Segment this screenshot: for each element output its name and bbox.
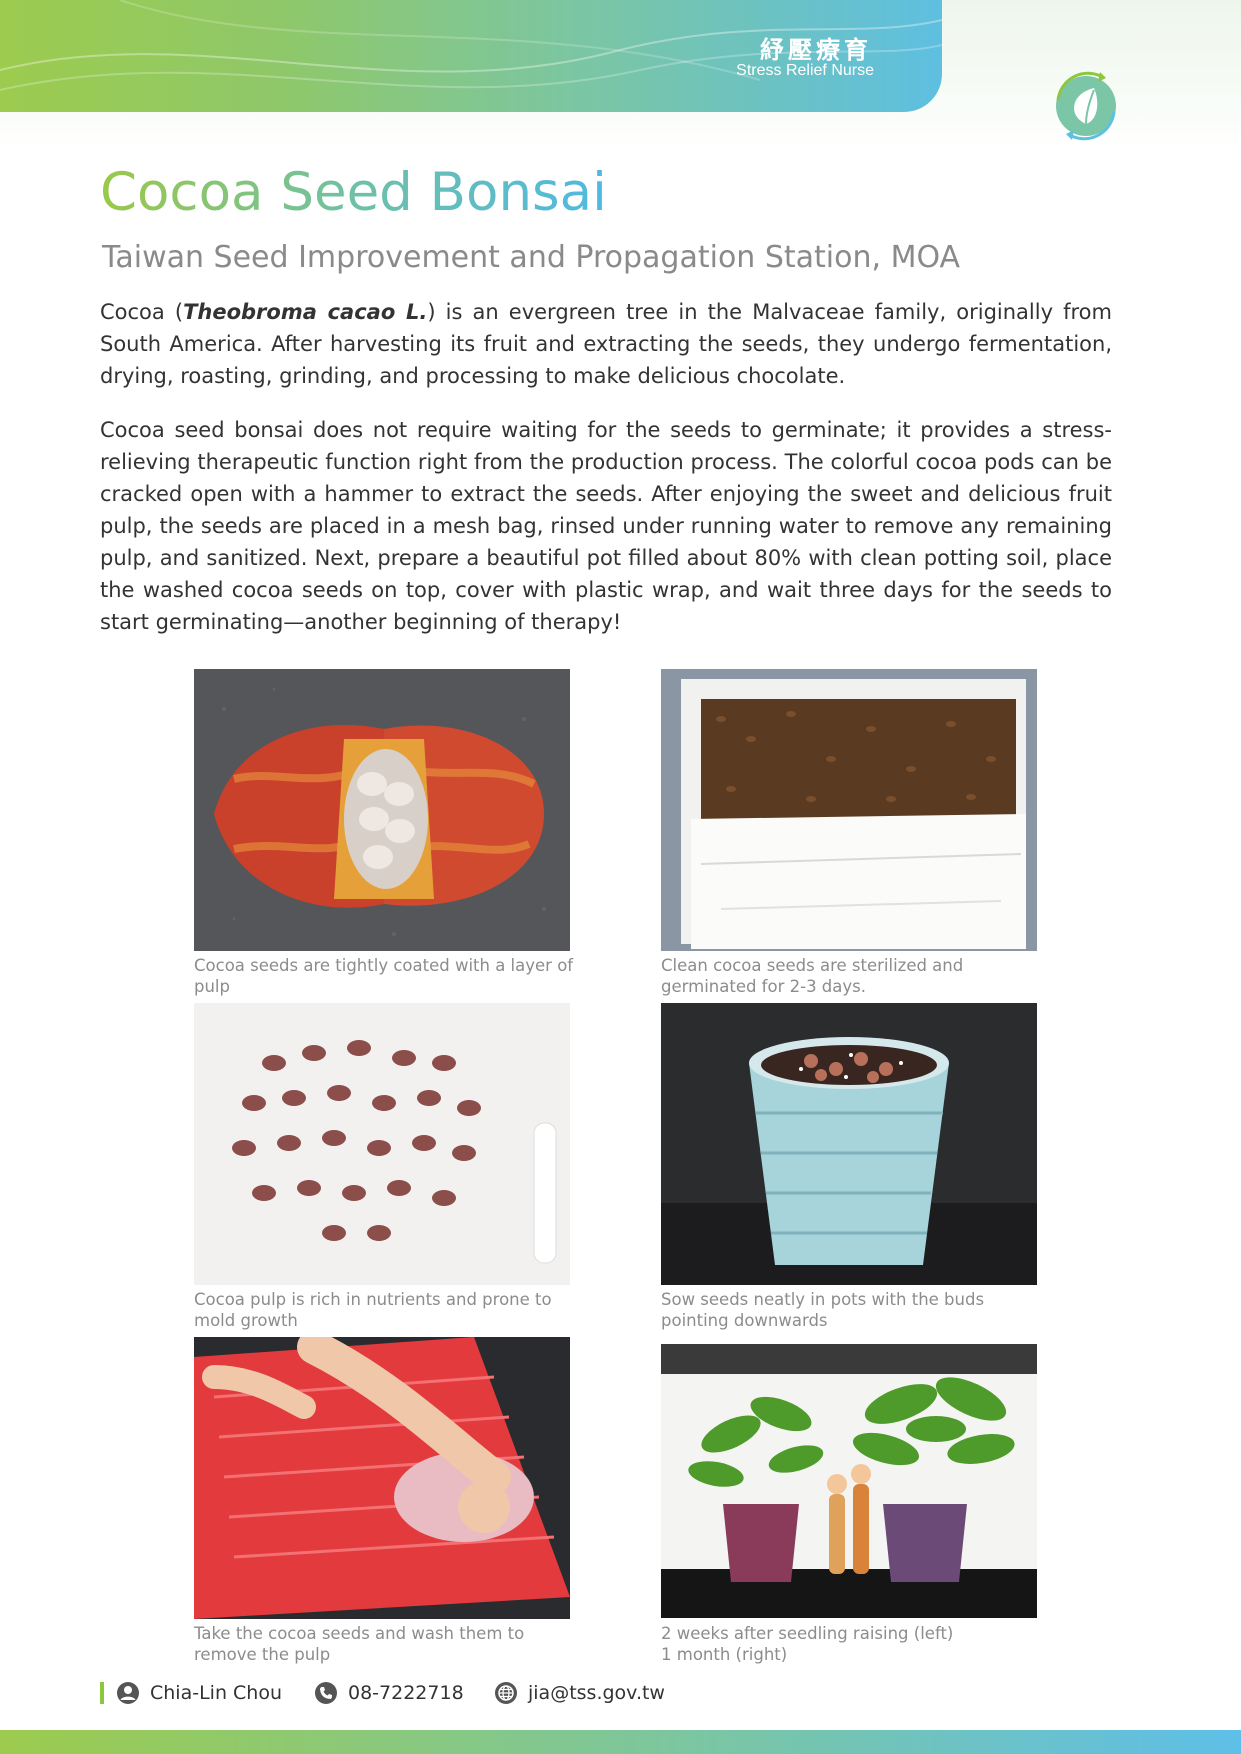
caption-washing-seeds: Take the cocoa seeds and wash them to re…: [194, 1624, 525, 1664]
washing-seeds-photo: [194, 1337, 570, 1619]
intro-lead: Cocoa (: [100, 300, 184, 324]
caption-seed-pot: Sow seeds neatly in pots with the buds p…: [661, 1290, 985, 1330]
page-title: Cocoa Seed Bonsai: [100, 162, 607, 223]
footer-accent-bar: [100, 1682, 104, 1704]
moldy-seeds-photo: [194, 1003, 570, 1285]
seed-tray-photo: [661, 669, 1037, 951]
caption-seed-tray: Clean cocoa seeds are sterilized and ger…: [661, 956, 964, 996]
leaf-logo-icon: [1056, 71, 1116, 141]
caption-cocoa-pod: Cocoa seeds are tightly coated with a la…: [194, 956, 574, 996]
contact-name: Chia-Lin Chou: [150, 1682, 283, 1704]
globe-icon: [495, 1682, 517, 1704]
brand-name-zh: 紓壓療育: [760, 36, 872, 64]
contact-email-item: jia@tss.gov.tw: [494, 1680, 665, 1706]
phone-icon: [315, 1682, 337, 1704]
seed-pot-photo: [661, 1003, 1037, 1285]
seedlings-photo: [661, 1344, 1037, 1626]
header-band: 紓壓療育 Stress Relief Nurse: [0, 0, 942, 112]
contact-phone[interactable]: 08-7222718: [348, 1682, 464, 1704]
caption-seedlings: 2 weeks after seedling raising (left) 1 …: [661, 1623, 1041, 1665]
page-subtitle: Taiwan Seed Improvement and Propagation …: [102, 240, 961, 275]
contact-footer: Chia-Lin Chou 08-7222718 jia@tss.gov.tw: [100, 1680, 1000, 1706]
caption-seedlings-line1: 2 weeks after seedling raising (left): [661, 1624, 954, 1643]
contact-phone-item: 08-7222718: [314, 1680, 464, 1706]
caption-seedlings-line2: 1 month (right): [661, 1645, 788, 1664]
intro-paragraph: Cocoa (Theobroma cacao L.) is an evergre…: [100, 296, 1112, 392]
bottom-gradient-bar: [0, 1730, 1241, 1754]
person-icon: [117, 1682, 139, 1704]
contact-person: Chia-Lin Chou: [116, 1680, 282, 1706]
cocoa-pod-photo: [194, 669, 570, 951]
body-paragraph: Cocoa seed bonsai does not require waiti…: [100, 418, 1112, 634]
caption-moldy-seeds: Cocoa pulp is rich in nutrients and pron…: [194, 1290, 552, 1330]
contact-email[interactable]: jia@tss.gov.tw: [528, 1682, 665, 1704]
brand-name-en: Stress Relief Nurse: [736, 62, 874, 79]
species-name: Theobroma cacao L.: [183, 300, 428, 324]
